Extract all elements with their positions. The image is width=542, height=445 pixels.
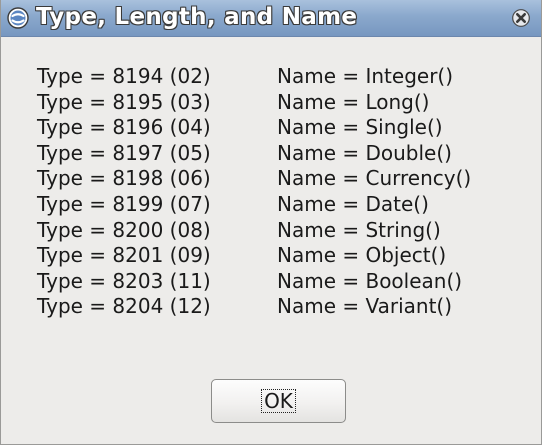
message-line: Type = 8195 (03) Name = Long(): [37, 90, 471, 116]
type-text: Type = 8204 (12): [37, 294, 211, 319]
type-text: Type = 8196 (04): [37, 115, 211, 140]
name-text: Name = Double(): [277, 140, 452, 165]
type-text: Type = 8200 (08): [37, 217, 211, 242]
message-line: Type = 8199 (07) Name = Date(): [37, 192, 471, 218]
message-line: Type = 8194 (02) Name = Integer(): [37, 64, 471, 90]
name-text: Name = Object(): [277, 243, 447, 268]
name-text: Name = Single(): [277, 115, 443, 140]
type-text: Type = 8203 (11): [37, 268, 211, 293]
ok-button[interactable]: OK: [211, 379, 346, 423]
name-text: Name = Date(): [277, 191, 429, 216]
type-text: Type = 8201 (09): [37, 243, 211, 268]
message-line: Type = 8204 (12) Name = Variant(): [37, 294, 471, 320]
message-dialog: Type, Length, and Name Type = 8194 (02) N…: [0, 0, 542, 445]
message-line: Type = 8201 (09) Name = Object(): [37, 243, 471, 269]
message-line: Type = 8200 (08) Name = String(): [37, 218, 471, 244]
message-line: Type = 8203 (11) Name = Boolean(): [37, 269, 471, 295]
dialog-content: Type = 8194 (02) Name = Integer() Type = …: [1, 37, 541, 445]
message-line: Type = 8198 (06) Name = Currency(): [37, 166, 471, 192]
name-text: Name = Variant(): [277, 294, 453, 319]
type-text: Type = 8194 (02): [37, 64, 211, 88]
message-line: Type = 8196 (04) Name = Single(): [37, 115, 471, 141]
app-icon: [7, 7, 29, 29]
type-text: Type = 8198 (06): [37, 166, 211, 191]
window-title: Type, Length, and Name: [36, 4, 358, 30]
message-line: Type = 8197 (05) Name = Double(): [37, 141, 471, 167]
name-text: Name = String(): [277, 217, 441, 242]
type-text: Type = 8199 (07): [37, 191, 211, 216]
name-text: Name = Currency(): [277, 166, 472, 191]
name-text: Name = Boolean(): [277, 268, 463, 293]
name-text: Name = Integer(): [277, 64, 454, 88]
type-text: Type = 8197 (05): [37, 140, 211, 165]
name-text: Name = Long(): [277, 89, 430, 114]
message-lines: Type = 8194 (02) Name = Integer() Type = …: [37, 64, 471, 320]
ok-button-label: OK: [261, 389, 296, 413]
close-icon[interactable]: [512, 9, 530, 27]
type-text: Type = 8195 (03): [37, 89, 211, 114]
title-bar[interactable]: Type, Length, and Name: [1, 0, 541, 37]
